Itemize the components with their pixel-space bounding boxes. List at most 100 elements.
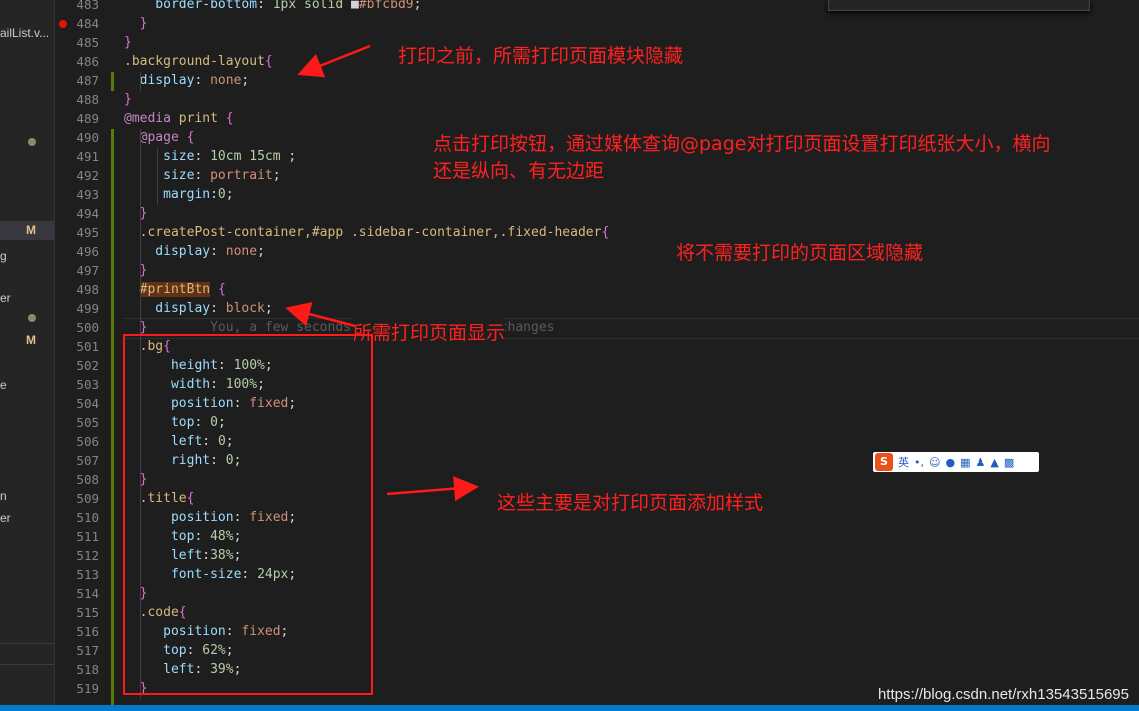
code-token: ; (288, 149, 297, 164)
line-number: 504 (76, 396, 99, 411)
annotation-hide-regions: 将不需要打印的页面区域隐藏 (676, 242, 924, 264)
code-token: } (124, 35, 132, 50)
sogou-logo-icon: S (875, 453, 893, 471)
code-token: none (210, 73, 242, 88)
code-line[interactable]: .createPost-container,#app .sidebar-cont… (124, 223, 610, 242)
line-number: 519 (76, 681, 99, 696)
code-line[interactable]: } (124, 90, 132, 109)
code-token: { (186, 130, 195, 145)
line-number: 490 (76, 130, 99, 145)
line-number: 506 (76, 434, 99, 449)
explorer-item[interactable]: ailList.v... (0, 26, 49, 40)
modified-dot (28, 138, 36, 146)
line-number: 515 (76, 605, 99, 620)
line-number: 516 (76, 624, 99, 639)
code-token: none (225, 244, 258, 259)
punctuation-icon[interactable]: •, (914, 456, 924, 469)
code-token: { (225, 111, 234, 126)
code-token: display (124, 73, 195, 88)
line-number: 517 (76, 643, 99, 658)
annotation-show-print: 所需打印页面显示 (353, 318, 506, 345)
code-line[interactable]: } (124, 204, 148, 223)
line-number: 510 (76, 510, 99, 525)
ime-toolbar[interactable]: S 英 •, ☺ ● ▦ ♟ ▲ ▩ (873, 452, 1039, 472)
code-token: display (124, 244, 211, 259)
keyboard-icon[interactable]: ▦ (960, 456, 970, 469)
sidebar-divider (0, 664, 54, 665)
find-widget[interactable] (828, 0, 1090, 11)
code-token: : (194, 73, 211, 88)
code-token: } (124, 263, 148, 278)
code-token: 1px solid (272, 0, 351, 12)
code-line[interactable]: @media print { (124, 109, 234, 128)
code-token: ; (413, 0, 422, 12)
code-token: } (124, 320, 148, 335)
code-token: ; (272, 168, 281, 183)
code-line[interactable]: @page { (124, 128, 195, 147)
line-number: 496 (76, 244, 99, 259)
code-token: } (124, 92, 132, 107)
annotation-page-setup: 点击打印按钮，通过媒体查询@page对打印页面设置打印纸张大小，横向 (433, 133, 1051, 155)
code-token: block (225, 301, 265, 316)
emoji-icon[interactable]: ☺ (929, 456, 940, 469)
line-number: 487 (76, 73, 99, 88)
line-number: 511 (76, 529, 99, 544)
code-token: .createPost-container,#app .sidebar-cont… (124, 225, 602, 240)
explorer-item[interactable]: e (0, 378, 7, 392)
line-number: 507 (76, 453, 99, 468)
code-token: : (194, 168, 211, 183)
code-token: size (124, 149, 195, 164)
code-token: : (210, 244, 226, 259)
code-line[interactable]: } (124, 33, 132, 52)
user-icon[interactable]: ♟ (975, 456, 985, 469)
code-line[interactable]: display: none; (124, 242, 265, 261)
shirt-icon[interactable]: ▲ (990, 456, 998, 469)
code-line[interactable]: .background-layout{ (124, 52, 273, 71)
line-number: 514 (76, 586, 99, 601)
explorer-item[interactable]: g (0, 249, 7, 263)
mic-icon[interactable]: ● (945, 456, 955, 469)
code-token: } (124, 206, 148, 221)
line-number: 498 (76, 282, 99, 297)
code-line[interactable]: border-bottom: 1px solid ■#bfcbd9; (124, 0, 421, 14)
annotation-styles: 这些主要是对打印页面添加样式 (497, 492, 764, 514)
code-token: : (210, 187, 218, 202)
explorer-item[interactable]: er (0, 511, 11, 525)
code-line[interactable]: display: none; (124, 71, 250, 90)
code-token: size (124, 168, 195, 183)
ime-lang[interactable]: 英 (898, 454, 909, 470)
explorer-item[interactable]: er (0, 291, 11, 305)
line-number-gutter: 483 484 485 486 487 488 489 490 491 492 493 494 495 4… (55, 0, 105, 705)
code-token: display (124, 301, 211, 316)
sidebar-divider (0, 643, 54, 644)
code-token: ■ (351, 0, 359, 12)
breakpoint-icon[interactable] (59, 20, 67, 28)
code-token: : (257, 0, 273, 12)
code-token: ; (225, 187, 234, 202)
line-number: 508 (76, 472, 99, 487)
line-number: 518 (76, 662, 99, 677)
code-token: margin (124, 187, 211, 202)
code-token: ; (257, 244, 265, 259)
code-token: { (601, 225, 610, 240)
code-token: portrait (210, 168, 273, 183)
code-line[interactable]: } (124, 261, 148, 280)
line-number: 512 (76, 548, 99, 563)
code-line[interactable]: size: portrait; (124, 166, 281, 185)
line-number: 500 (76, 320, 99, 335)
grid-icon[interactable]: ▩ (1004, 456, 1014, 469)
code-token: @page (124, 130, 187, 145)
annotation-page-setup-2: 还是纵向、有无边距 (433, 160, 605, 182)
line-number: 509 (76, 491, 99, 506)
code-line[interactable]: display: block; (124, 299, 272, 318)
code-line[interactable]: } (124, 14, 148, 33)
code-token: 0 (217, 187, 226, 202)
indent-guide (140, 72, 141, 91)
code-line[interactable]: size: 10cm 15cm ; (124, 147, 296, 166)
line-number: 502 (76, 358, 99, 373)
explorer-sidebar: ailList.v... M g er M e n er (0, 0, 55, 705)
code-token: 10cm 15cm (210, 149, 289, 164)
explorer-item[interactable]: n (0, 489, 7, 503)
